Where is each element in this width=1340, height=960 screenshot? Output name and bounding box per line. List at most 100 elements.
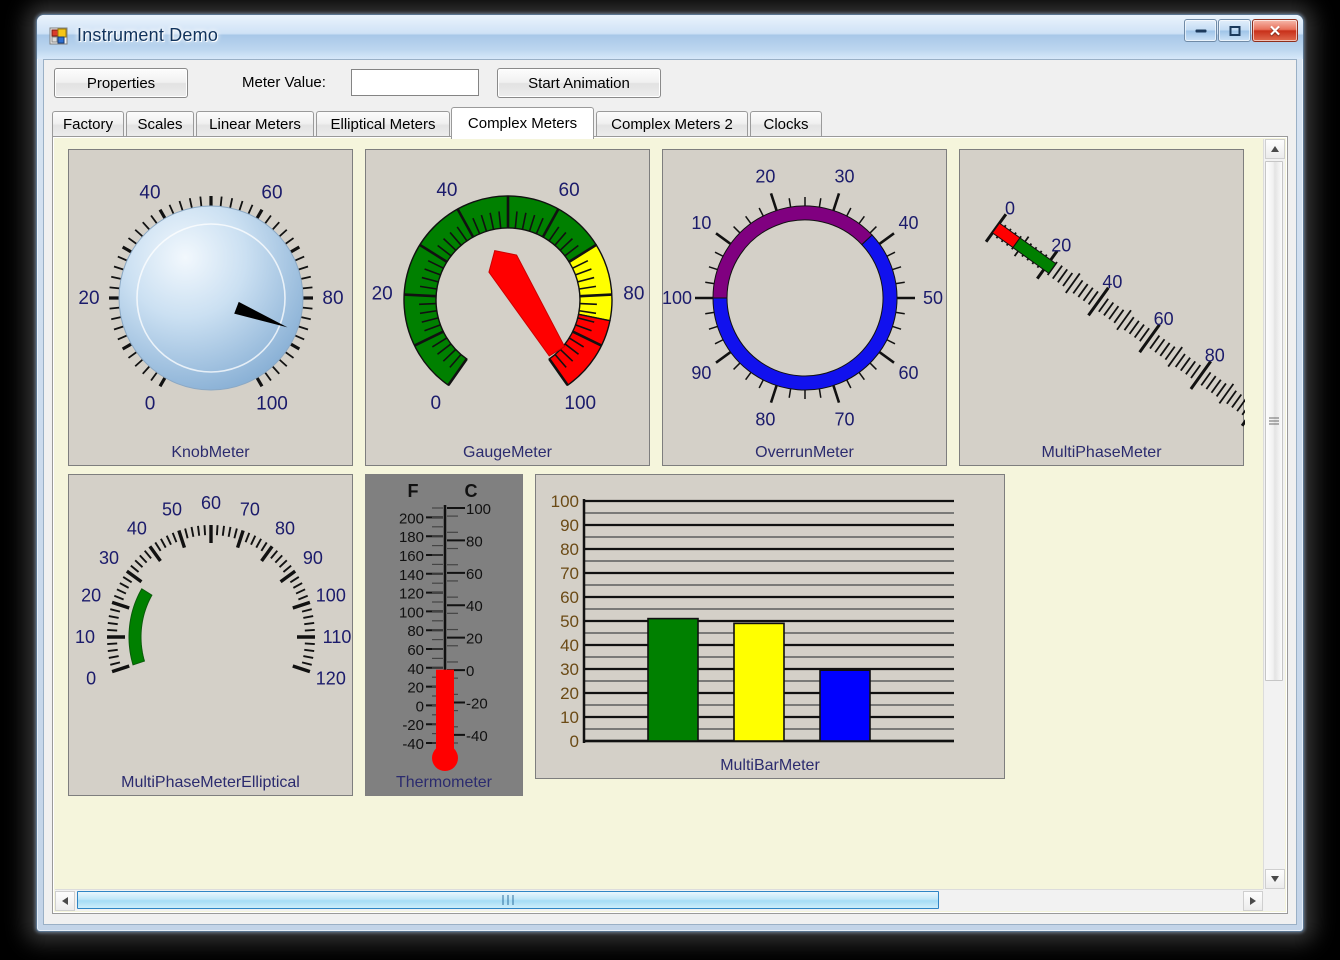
gauge-meter-panel[interactable]: 0 20 40 60 80 100 GaugeMeter xyxy=(365,149,650,466)
svg-text:40: 40 xyxy=(466,598,483,615)
svg-text:60: 60 xyxy=(407,642,424,659)
multiphase-meter-panel[interactable]: 020406080100 MultiPhaseMeter xyxy=(959,149,1245,466)
svg-text:20: 20 xyxy=(466,631,483,648)
svg-text:120: 120 xyxy=(399,586,424,603)
knob-meter-panel[interactable]: 0 20 40 60 80 100 KnobMeter xyxy=(68,149,353,466)
svg-text:60: 60 xyxy=(1154,309,1174,329)
vertical-scroll-thumb[interactable] xyxy=(1265,161,1283,681)
desktop-background: Instrument Demo ✕ Properties Meter Value… xyxy=(0,0,1340,960)
svg-text:80: 80 xyxy=(623,283,644,304)
close-icon: ✕ xyxy=(1268,22,1282,40)
svg-text:70: 70 xyxy=(835,410,855,430)
chevron-right-icon xyxy=(1250,897,1256,905)
scroll-right-button[interactable] xyxy=(1243,891,1263,911)
scroll-up-button[interactable] xyxy=(1265,139,1285,159)
multibar-meter-panel[interactable]: 0 10 20 30 40 50 60 70 80 90 100 MultiBarMeter xyxy=(535,474,1005,779)
client-area: Properties Meter Value: Start Animation … xyxy=(43,59,1297,925)
svg-text:20: 20 xyxy=(755,166,775,186)
svg-text:40: 40 xyxy=(407,661,424,678)
svg-text:0: 0 xyxy=(145,394,156,415)
overrun-meter-panel[interactable]: 10 20 30 40 50 60 70 80 90 100 OverrunMeter xyxy=(662,149,947,466)
tab-complex-meters-2[interactable]: Complex Meters 2 xyxy=(596,111,748,137)
horizontal-scroll-thumb[interactable] xyxy=(77,891,939,909)
knob-meter-graphic: 0 20 40 60 80 100 xyxy=(78,182,343,415)
tab-strip: Factory Scales Linear Meters Elliptical … xyxy=(52,107,1288,139)
svg-text:80: 80 xyxy=(755,410,775,430)
svg-text:100: 100 xyxy=(663,288,692,308)
meter-value-input[interactable] xyxy=(351,69,479,96)
svg-text:20: 20 xyxy=(407,680,424,697)
svg-text:40: 40 xyxy=(139,182,160,203)
thermometer-graphic: F C 200180160140120100806040200-20-40 10… xyxy=(399,481,491,771)
scroll-down-button[interactable] xyxy=(1265,869,1285,889)
svg-text:70: 70 xyxy=(240,500,260,520)
tab-elliptical-meters[interactable]: Elliptical Meters xyxy=(316,111,450,137)
tab-factory[interactable]: Factory xyxy=(52,111,124,137)
horizontal-thumb-grip xyxy=(501,895,516,905)
svg-text:60: 60 xyxy=(560,588,579,607)
svg-text:20: 20 xyxy=(81,586,101,606)
gauge-meter-caption: GaugeMeter xyxy=(463,444,552,461)
svg-text:F: F xyxy=(408,481,419,501)
svg-text:100: 100 xyxy=(316,586,346,606)
svg-text:40: 40 xyxy=(127,519,147,539)
vertical-scrollbar[interactable] xyxy=(1263,139,1285,889)
svg-text:20: 20 xyxy=(1051,235,1071,255)
svg-text:0: 0 xyxy=(1005,199,1015,219)
svg-text:140: 140 xyxy=(399,567,424,584)
svg-text:20: 20 xyxy=(78,288,99,309)
svg-text:20: 20 xyxy=(560,684,579,703)
svg-text:-40: -40 xyxy=(466,728,488,745)
multibar-meter-graphic: 0 10 20 30 40 50 60 70 80 90 100 xyxy=(551,492,954,751)
svg-text:110: 110 xyxy=(323,627,352,647)
svg-text:60: 60 xyxy=(466,566,483,583)
svg-text:C: C xyxy=(465,481,478,501)
multiphase-meter-graphic: 020406080100 xyxy=(984,199,1245,427)
application-window: Instrument Demo ✕ Properties Meter Value… xyxy=(36,14,1304,932)
knob-meter-caption: KnobMeter xyxy=(171,444,250,461)
chevron-down-icon xyxy=(1271,876,1279,882)
close-button[interactable]: ✕ xyxy=(1252,19,1298,42)
window-controls: ✕ xyxy=(1184,19,1298,42)
svg-text:60: 60 xyxy=(261,182,282,203)
svg-text:0: 0 xyxy=(416,698,424,715)
scrollbar-corner xyxy=(1263,889,1285,911)
svg-text:90: 90 xyxy=(303,548,323,568)
svg-text:80: 80 xyxy=(322,288,343,309)
svg-text:10: 10 xyxy=(560,708,579,727)
tab-complex-meters[interactable]: Complex Meters xyxy=(451,107,594,139)
svg-text:50: 50 xyxy=(560,612,579,631)
svg-text:100: 100 xyxy=(466,501,491,518)
svg-text:50: 50 xyxy=(923,288,943,308)
tab-clocks[interactable]: Clocks xyxy=(750,111,822,137)
minimize-button[interactable] xyxy=(1184,19,1217,42)
title-bar[interactable]: Instrument Demo ✕ xyxy=(37,15,1303,59)
multiphase-meter-caption: MultiPhaseMeter xyxy=(1041,444,1162,461)
properties-button[interactable]: Properties xyxy=(54,68,188,98)
overrun-meter-graphic: 10 20 30 40 50 60 70 80 90 100 xyxy=(663,166,943,430)
svg-text:40: 40 xyxy=(560,636,579,655)
svg-text:60: 60 xyxy=(899,363,919,383)
tab-linear-meters[interactable]: Linear Meters xyxy=(196,111,314,137)
svg-text:-20: -20 xyxy=(402,717,424,734)
svg-text:10: 10 xyxy=(691,213,711,233)
svg-text:60: 60 xyxy=(201,493,221,513)
start-animation-button[interactable]: Start Animation xyxy=(497,68,661,98)
svg-text:80: 80 xyxy=(560,540,579,559)
gauge-meter-graphic: 0 20 40 60 80 100 xyxy=(372,180,645,414)
vertical-thumb-grip xyxy=(1269,416,1279,427)
svg-text:0: 0 xyxy=(466,663,474,680)
scroll-left-button[interactable] xyxy=(55,891,75,911)
svg-text:80: 80 xyxy=(1205,346,1225,366)
tab-page-complex-meters: 0 20 40 60 80 100 KnobMeter 0 20 40 60 80 100 xyxy=(52,136,1288,914)
tab-scales[interactable]: Scales xyxy=(126,111,194,137)
svg-text:40: 40 xyxy=(899,213,919,233)
thermometer-panel[interactable]: F C 200 180 160 140 120 100 80 60 40 20 0 -20 -40 10… xyxy=(365,474,523,796)
svg-text:70: 70 xyxy=(560,564,579,583)
multiphase-elliptical-panel[interactable]: 0 10 20 30 40 50 60 70 80 90 100 110 120 MultiPhaseM… xyxy=(68,474,353,796)
maximize-button[interactable] xyxy=(1218,19,1251,42)
horizontal-scrollbar[interactable] xyxy=(55,889,1263,911)
svg-text:20: 20 xyxy=(372,283,393,304)
meters-canvas: 0 20 40 60 80 100 KnobMeter 0 20 40 60 80 100 xyxy=(54,138,1286,912)
toolbar: Properties Meter Value: Start Animation xyxy=(44,60,1296,108)
